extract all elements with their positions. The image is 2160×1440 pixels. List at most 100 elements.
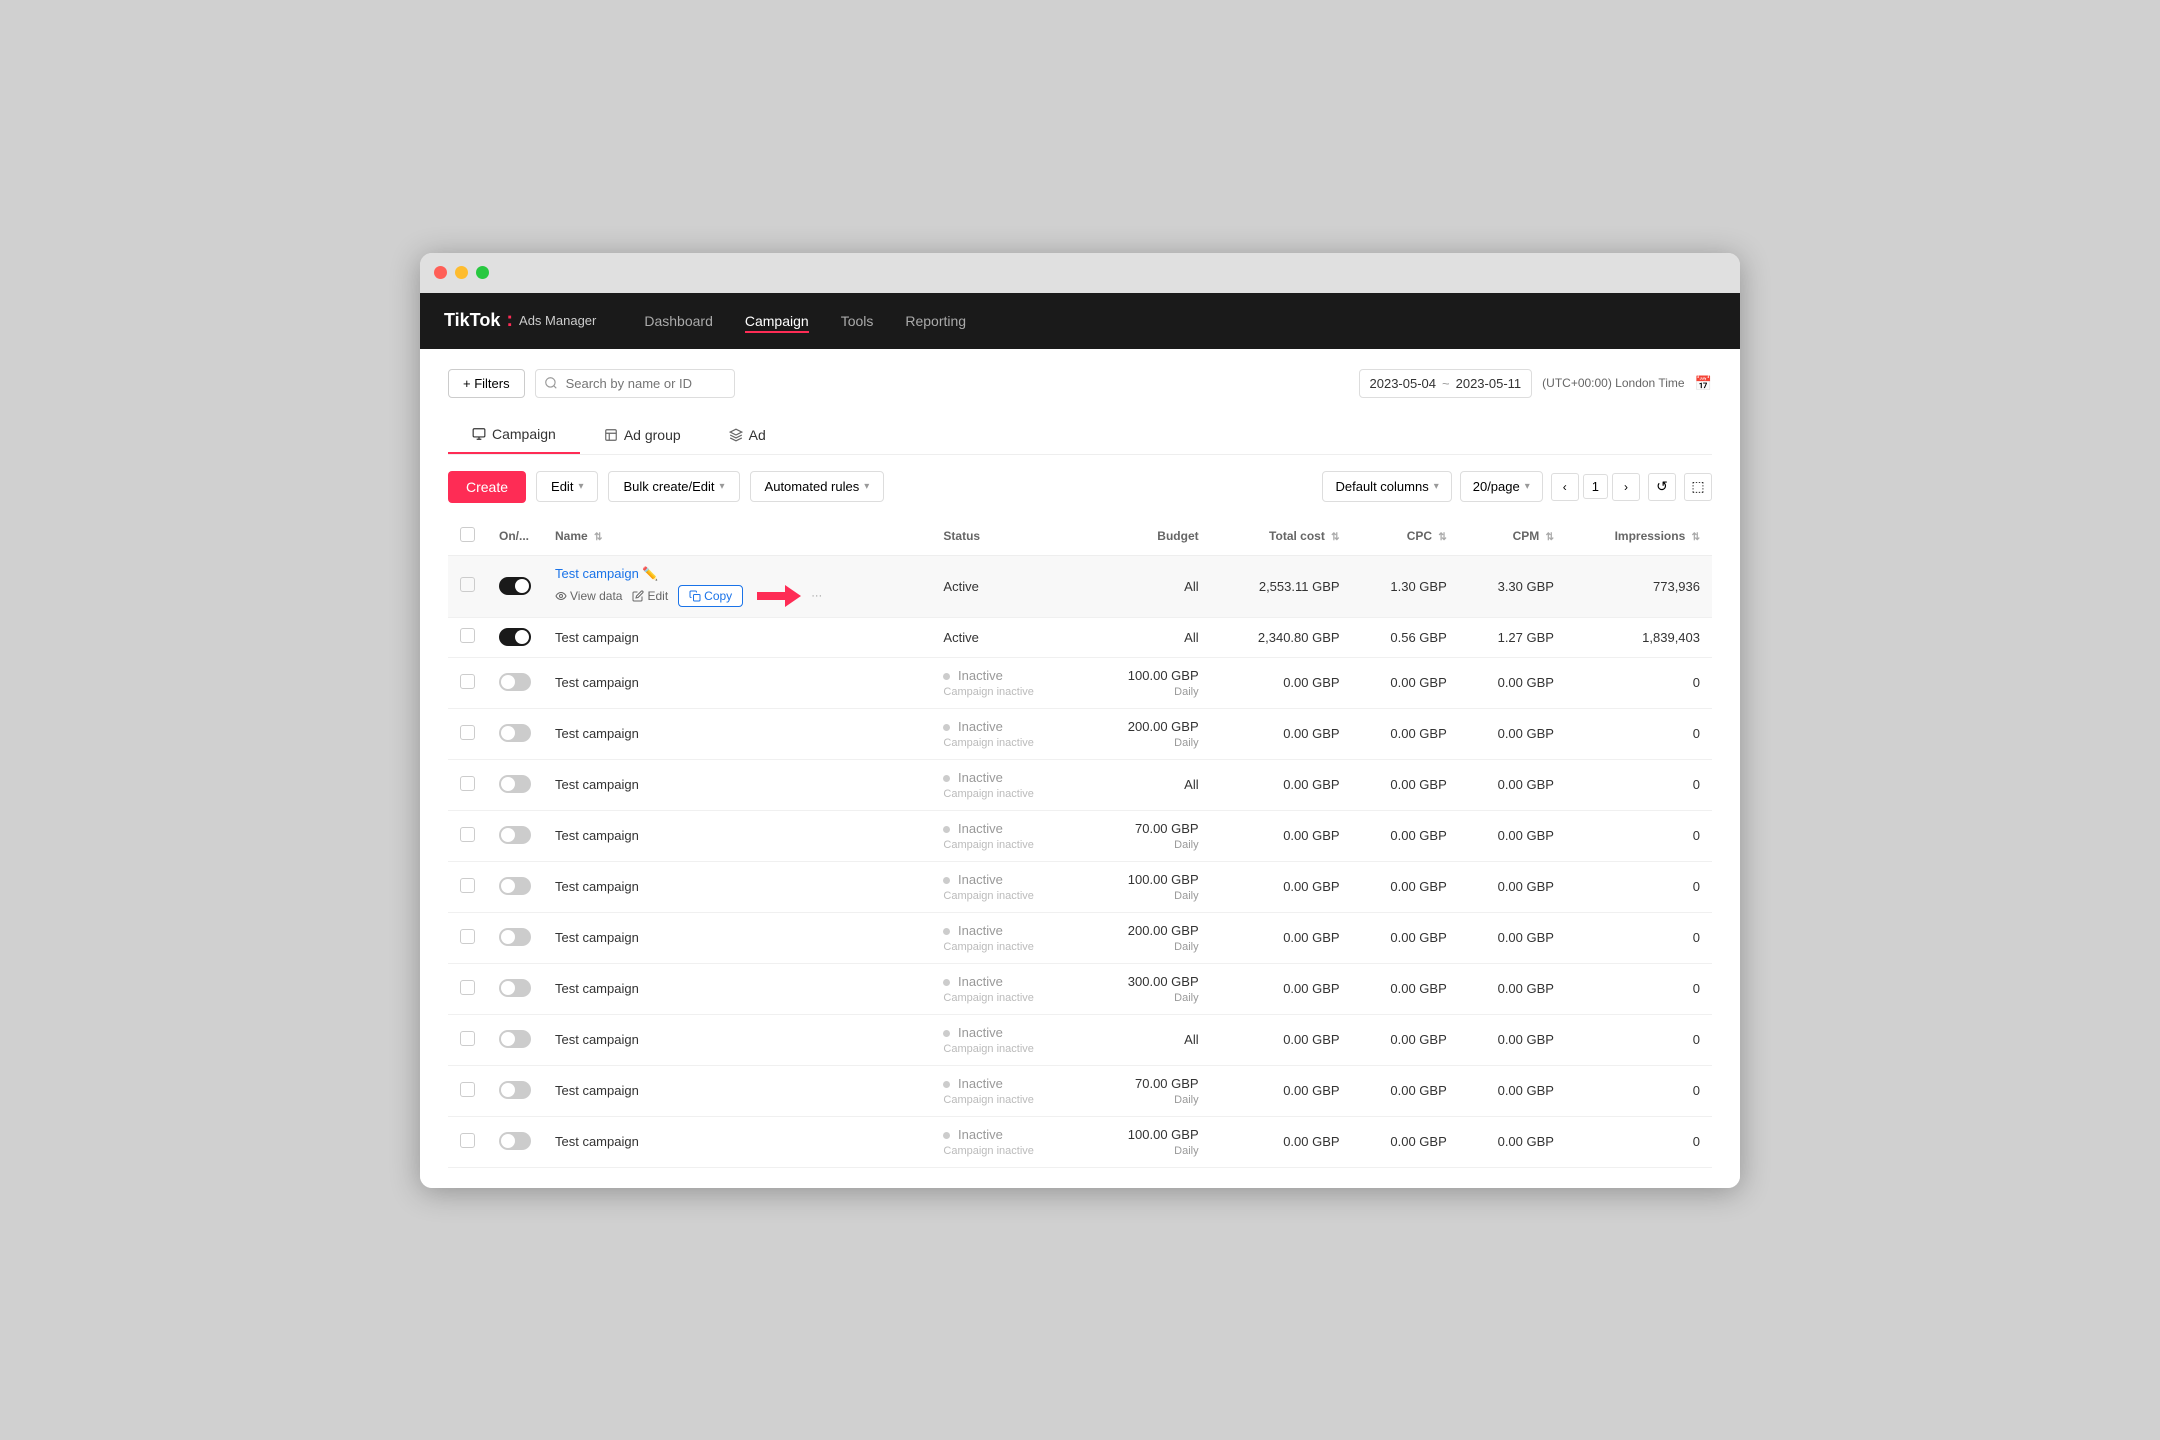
toggle-off-10[interactable] [499,1030,531,1048]
actions-row: Create Edit ▾ Bulk create/Edit ▾ Automat… [448,471,1712,503]
cpm-8: 0.00 GBP [1459,912,1566,963]
status-4: Inactive Campaign inactive [943,719,1072,749]
impressions-sort-icon[interactable]: ⇅ [1692,532,1700,543]
cpm-sort-icon[interactable]: ⇅ [1546,532,1554,543]
row-checkbox-8[interactable] [460,929,475,944]
toggle-off-11[interactable] [499,1081,531,1099]
row-checkbox-7[interactable] [460,878,475,893]
status-1: Active [943,579,978,594]
browser-window: TikTok : Ads Manager Dashboard Campaign … [420,253,1740,1188]
campaign-name-link-1[interactable]: Test campaign ✏️ [555,566,659,581]
impressions-8: 0 [1566,912,1712,963]
status-6: Inactive Campaign inactive [943,821,1072,851]
edit-link-1[interactable]: Edit [632,589,668,603]
tabs-row: Campaign Ad group Ad [448,416,1712,455]
name-sort-icon[interactable]: ⇅ [594,532,602,543]
th-status: Status [931,517,1084,556]
copy-button-1[interactable]: Copy [678,585,743,607]
nav-dashboard[interactable]: Dashboard [644,309,713,333]
impressions-2: 1,839,403 [1566,617,1712,657]
maximize-button[interactable] [476,266,489,279]
toggle-off-7[interactable] [499,877,531,895]
date-range[interactable]: 2023-05-04 ~ 2023-05-11 [1359,369,1533,398]
refresh-button[interactable]: ↺ [1648,473,1676,501]
create-button[interactable]: Create [448,471,526,503]
bulk-create-button[interactable]: Bulk create/Edit ▾ [608,471,739,502]
tab-campaign[interactable]: Campaign [448,416,580,454]
table-row: Test campaign Inactive Campaign inactive… [448,1065,1712,1116]
select-all-checkbox[interactable] [460,527,475,542]
total-cost-12: 0.00 GBP [1211,1116,1352,1167]
tab-ad[interactable]: Ad [705,416,790,454]
ad-icon [729,428,743,442]
cpc-2: 0.56 GBP [1352,617,1459,657]
toggle-off-6[interactable] [499,826,531,844]
cpm-6: 0.00 GBP [1459,810,1566,861]
columns-button[interactable]: Default columns ▾ [1322,471,1451,502]
row-checkbox-3[interactable] [460,674,475,689]
total-cost-6: 0.00 GBP [1211,810,1352,861]
toggle-off-4[interactable] [499,724,531,742]
nav-tools[interactable]: Tools [841,309,874,333]
more-options-1[interactable]: ··· [811,590,822,602]
actions-left: Create Edit ▾ Bulk create/Edit ▾ Automat… [448,471,884,503]
row-checkbox-11[interactable] [460,1082,475,1097]
totalcost-sort-icon[interactable]: ⇅ [1331,532,1339,543]
row-checkbox-9[interactable] [460,980,475,995]
toggle-off-8[interactable] [499,928,531,946]
nav-campaign[interactable]: Campaign [745,309,809,333]
toggle-off-12[interactable] [499,1132,531,1150]
next-page-button[interactable]: › [1612,473,1640,501]
campaign-icon [472,427,486,441]
campaign-name-6: Test campaign [555,828,639,843]
campaigns-table: On/... Name ⇅ Status Budget Total cost ⇅ [448,517,1712,1168]
prev-page-button[interactable]: ‹ [1551,473,1579,501]
row-checkbox-6[interactable] [460,827,475,842]
toggle-on-2[interactable] [499,628,531,646]
perpage-button[interactable]: 20/page ▾ [1460,471,1543,502]
search-input[interactable] [535,369,735,398]
calendar-icon[interactable]: 📅 [1695,375,1712,392]
row-checkbox-5[interactable] [460,776,475,791]
row-checkbox-2[interactable] [460,628,475,643]
filters-button[interactable]: + Filters [448,369,525,398]
status-dot-3 [943,673,950,680]
row-checkbox-1[interactable] [460,577,475,592]
table-row: Test campaign Inactive Campaign inactive… [448,708,1712,759]
table-row: Test campaign Inactive Campaign inactive… [448,1014,1712,1065]
row-checkbox-4[interactable] [460,725,475,740]
edit-chevron: ▾ [578,481,583,492]
minimize-button[interactable] [455,266,468,279]
status-dot-4 [943,724,950,731]
view-data-link-1[interactable]: View data [555,589,622,603]
red-arrow-1 [757,585,801,607]
cpc-5: 0.00 GBP [1352,759,1459,810]
close-button[interactable] [434,266,447,279]
row-checkbox-12[interactable] [460,1133,475,1148]
row-checkbox-10[interactable] [460,1031,475,1046]
brand-colon: : [506,309,513,332]
status-12: Inactive Campaign inactive [943,1127,1072,1157]
cpm-4: 0.00 GBP [1459,708,1566,759]
row-actions-1: View data Edit Copy ··· [555,585,919,607]
edit-button[interactable]: Edit ▾ [536,471,598,502]
total-cost-8: 0.00 GBP [1211,912,1352,963]
status-3: Inactive Campaign inactive [943,668,1072,698]
bulk-chevron: ▾ [720,481,725,492]
nav-reporting[interactable]: Reporting [905,309,966,333]
total-cost-11: 0.00 GBP [1211,1065,1352,1116]
date-from: 2023-05-04 [1370,376,1437,391]
columns-chevron: ▾ [1434,481,1439,492]
automated-rules-button[interactable]: Automated rules ▾ [750,471,885,502]
status-11: Inactive Campaign inactive [943,1076,1072,1106]
toolbar-left: + Filters [448,369,735,398]
cpc-sort-icon[interactable]: ⇅ [1438,532,1446,543]
toggle-on-1[interactable] [499,577,531,595]
table-row: Test campaign Inactive Campaign inactive… [448,912,1712,963]
impressions-12: 0 [1566,1116,1712,1167]
toggle-off-9[interactable] [499,979,531,997]
tab-adgroup[interactable]: Ad group [580,416,705,454]
toggle-off-3[interactable] [499,673,531,691]
toggle-off-5[interactable] [499,775,531,793]
export-button[interactable]: ⬚ [1684,473,1712,501]
